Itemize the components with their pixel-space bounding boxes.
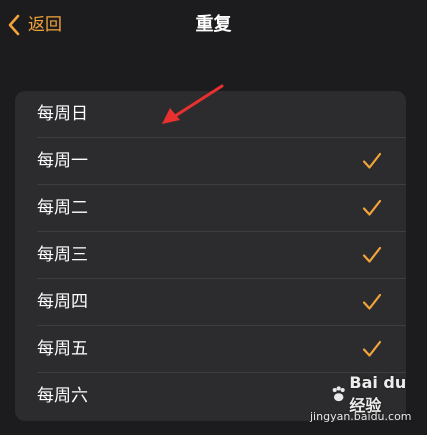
day-row-wednesday[interactable]: 每周三 [15, 232, 406, 279]
checkmark-icon [362, 199, 382, 217]
day-row-sunday[interactable]: 每周日 [15, 91, 406, 138]
day-row-friday[interactable]: 每周五 [15, 326, 406, 373]
day-label: 每周二 [37, 198, 88, 218]
day-label: 每周六 [37, 386, 88, 406]
checkmark-icon [362, 246, 382, 264]
day-label: 每周一 [37, 151, 88, 171]
day-label: 每周五 [37, 339, 88, 359]
day-label: 每周日 [37, 104, 88, 124]
page-title: 重复 [195, 14, 232, 35]
checkmark-icon [362, 293, 382, 311]
day-row-tuesday[interactable]: 每周二 [15, 185, 406, 232]
day-label: 每周三 [37, 245, 88, 265]
checkmark-icon [362, 340, 382, 358]
day-row-saturday[interactable]: 每周六 [15, 373, 406, 420]
repeat-days-list: 每周日 每周一 每周二 每周三 每周四 每周五 每周六 [15, 91, 406, 421]
day-label: 每周四 [37, 292, 88, 312]
navigation-bar: 返回 重复 [0, 0, 427, 52]
day-row-monday[interactable]: 每周一 [15, 138, 406, 185]
repeat-settings-screen: 返回 重复 每周日 每周一 每周二 每周三 每周四 每周五 每周六 Bai du… [0, 0, 427, 435]
day-row-thursday[interactable]: 每周四 [15, 279, 406, 326]
checkmark-icon [362, 152, 382, 170]
